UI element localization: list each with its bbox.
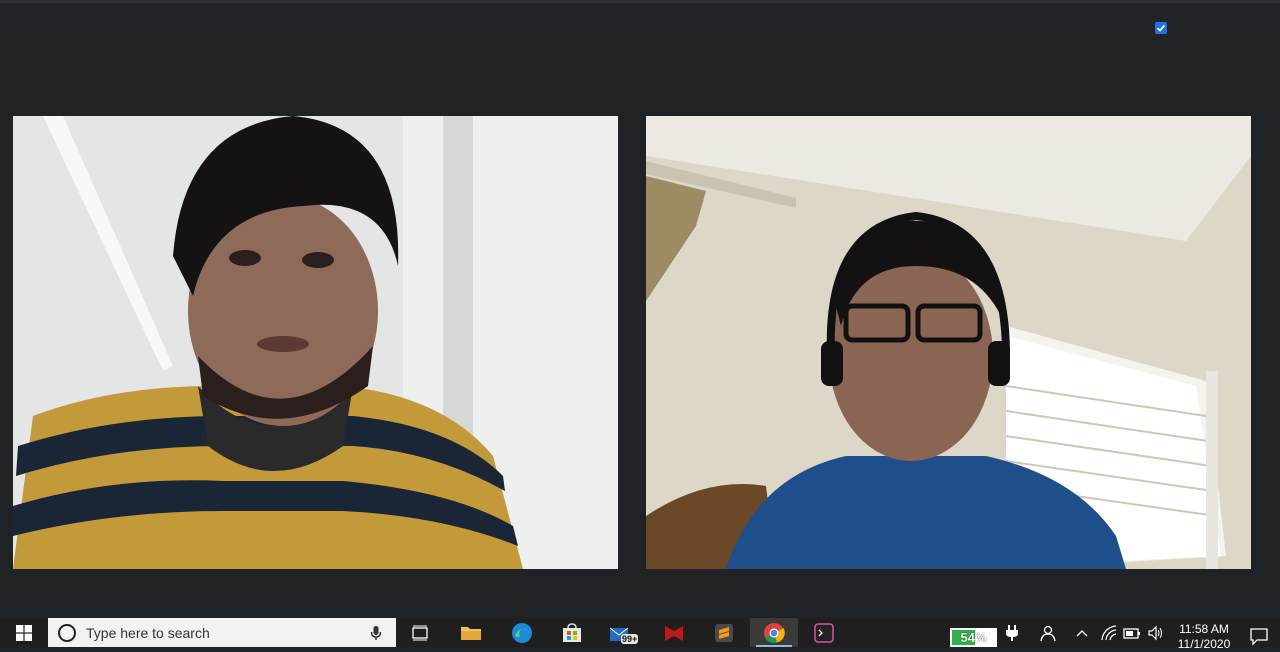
sublime-text-button[interactable]: [700, 618, 748, 647]
checkbox[interactable]: [1155, 22, 1167, 34]
folder-icon: [461, 626, 481, 640]
windows-taskbar: Type here to search 99+ 54% 11:58 AM 11/…: [0, 618, 1280, 651]
window-top-border: [0, 0, 1280, 3]
mcafee-icon: [665, 625, 683, 641]
edge-icon: [512, 622, 532, 643]
task-view-button[interactable]: [396, 618, 444, 647]
store-icon: [563, 622, 581, 642]
people-icon[interactable]: [1038, 624, 1056, 642]
chrome-button[interactable]: [750, 618, 798, 647]
video-tile-participant-2[interactable]: [646, 116, 1251, 569]
participant-1-video: [13, 116, 618, 569]
start-button[interactable]: [0, 618, 48, 647]
terminal-button[interactable]: [800, 618, 848, 647]
battery-tray-icon[interactable]: [1123, 624, 1141, 642]
wifi-icon[interactable]: [1100, 624, 1118, 642]
terminal-icon: [814, 622, 834, 643]
edge-button[interactable]: [498, 618, 546, 647]
windows-logo-icon: [16, 624, 32, 641]
mail-button[interactable]: 99+: [599, 618, 647, 647]
file-explorer-button[interactable]: [447, 618, 495, 647]
participant-2-video: [646, 116, 1251, 569]
chevron-up-icon[interactable]: [1075, 624, 1089, 642]
clock-time: 11:58 AM: [1179, 622, 1229, 636]
notification-center-icon[interactable]: [1250, 628, 1268, 646]
volume-icon[interactable]: [1147, 624, 1165, 642]
cortana-icon: [58, 623, 76, 642]
taskbar-search-box[interactable]: Type here to search: [48, 618, 396, 647]
power-plug-icon[interactable]: [1005, 624, 1019, 642]
battery-indicator[interactable]: 54%: [950, 628, 997, 647]
microphone-icon[interactable]: [370, 625, 382, 641]
mail-badge: 99+: [622, 634, 638, 644]
task-view-icon: [412, 625, 428, 640]
checkmark-icon: [1156, 24, 1166, 32]
video-tile-participant-1[interactable]: [13, 116, 618, 569]
clock-date: 11/1/2020: [1177, 637, 1231, 651]
store-button[interactable]: [548, 618, 596, 647]
search-placeholder: Type here to search: [86, 624, 210, 641]
mcafee-button[interactable]: [650, 618, 698, 647]
sublime-text-icon: [715, 623, 733, 642]
chrome-icon: [764, 622, 785, 643]
system-clock[interactable]: 11:58 AM 11/1/2020: [1168, 622, 1240, 652]
battery-percent: 54%: [960, 630, 987, 645]
